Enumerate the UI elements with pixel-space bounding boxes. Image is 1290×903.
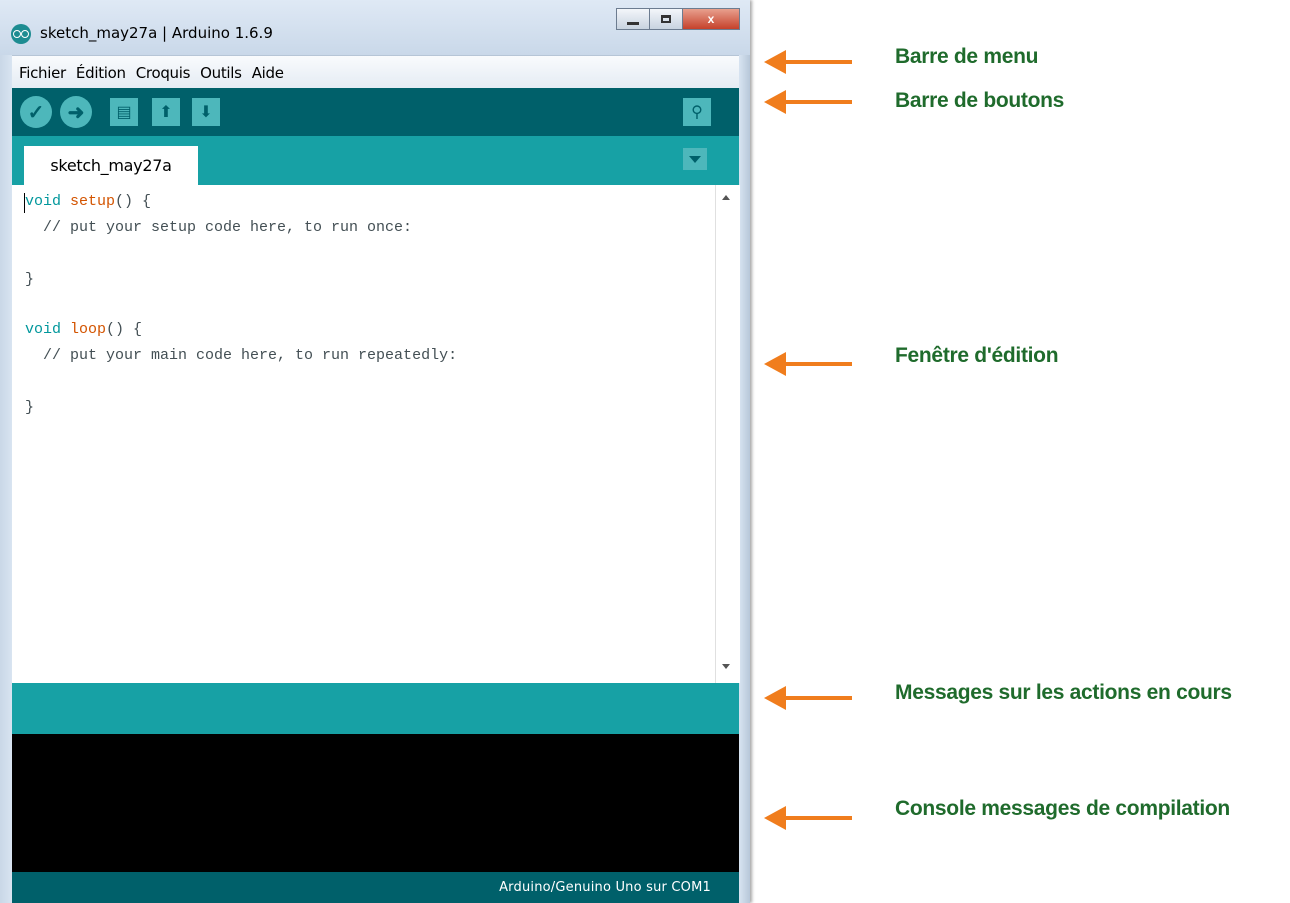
annotation-button-bar: Barre de boutons (895, 89, 1065, 112)
new-file-icon: ▤ (116, 104, 132, 121)
check-icon: ✓ (27, 101, 45, 124)
upload-button[interactable]: ➜ (60, 96, 92, 128)
maximize-icon (661, 15, 671, 23)
code-editor[interactable]: void setup() { // put your setup code he… (12, 185, 715, 683)
annotation-menu-bar: Barre de menu (895, 45, 1039, 68)
magnifier-icon: ⚲ (691, 104, 703, 121)
menu-fichier[interactable]: Fichier (16, 64, 69, 82)
arrow-left-icon (764, 806, 852, 830)
menu-edition[interactable]: Édition (73, 64, 129, 82)
save-button[interactable]: ⬇ (192, 98, 220, 126)
tab-bar: sketch_may27a (12, 136, 739, 185)
arduino-logo-icon (11, 24, 31, 44)
chevron-down-icon[interactable] (683, 148, 707, 170)
window-right-border (739, 55, 750, 903)
arduino-ide-window: sketch_may27a | Arduino 1.6.9 x Fichier … (0, 0, 750, 903)
code-line: void loop() { (25, 321, 143, 338)
new-button[interactable]: ▤ (110, 98, 138, 126)
board-port-status: Arduino/Genuino Uno sur COM1 (499, 880, 711, 895)
menu-outils[interactable]: Outils (197, 64, 245, 82)
title-bar[interactable]: sketch_may27a | Arduino 1.6.9 x (0, 0, 750, 55)
button-bar: ✓ ➜ ▤ ⬆ ⬇ ⚲ (12, 88, 739, 136)
annotation-message-area: Messages sur les actions en cours (895, 681, 1232, 704)
serial-monitor-button[interactable]: ⚲ (683, 98, 711, 126)
tab-sketch[interactable]: sketch_may27a (24, 146, 198, 185)
annotation-editor-window: Fenêtre d'édition (895, 344, 1059, 367)
maximize-button[interactable] (649, 8, 683, 30)
menu-aide[interactable]: Aide (249, 64, 287, 82)
minimize-button[interactable] (616, 8, 650, 30)
compilation-console[interactable] (12, 734, 739, 872)
code-line: // put your setup code here, to run once… (25, 219, 413, 236)
code-line: // put your main code here, to run repea… (25, 347, 458, 364)
save-arrow-down-icon: ⬇ (199, 104, 213, 121)
code-line: } (25, 399, 35, 416)
close-icon: x (707, 12, 715, 26)
window-controls: x (616, 8, 740, 30)
message-area (12, 683, 739, 734)
arrow-left-icon (764, 50, 852, 74)
annotation-console: Console messages de compilation (895, 797, 1230, 820)
open-arrow-up-icon: ⬆ (159, 104, 173, 121)
verify-button[interactable]: ✓ (20, 96, 52, 128)
menu-croquis[interactable]: Croquis (133, 64, 193, 82)
window-title: sketch_may27a | Arduino 1.6.9 (40, 24, 273, 42)
open-button[interactable]: ⬆ (152, 98, 180, 126)
scroll-up-icon[interactable] (722, 195, 730, 200)
arrow-right-icon: ➜ (67, 101, 85, 124)
arrow-left-icon (764, 686, 852, 710)
menu-bar: Fichier Édition Croquis Outils Aide (12, 55, 739, 89)
arrow-left-icon (764, 352, 852, 376)
arrow-left-icon (764, 90, 852, 114)
code-line: } (25, 271, 35, 288)
scroll-down-icon[interactable] (722, 664, 730, 669)
minimize-icon (627, 21, 639, 25)
status-bar: Arduino/Genuino Uno sur COM1 (12, 872, 739, 903)
code-line: void setup() { (25, 193, 152, 210)
close-button[interactable]: x (682, 8, 740, 30)
editor-scrollbar[interactable] (715, 185, 740, 683)
window-left-border (0, 55, 12, 903)
